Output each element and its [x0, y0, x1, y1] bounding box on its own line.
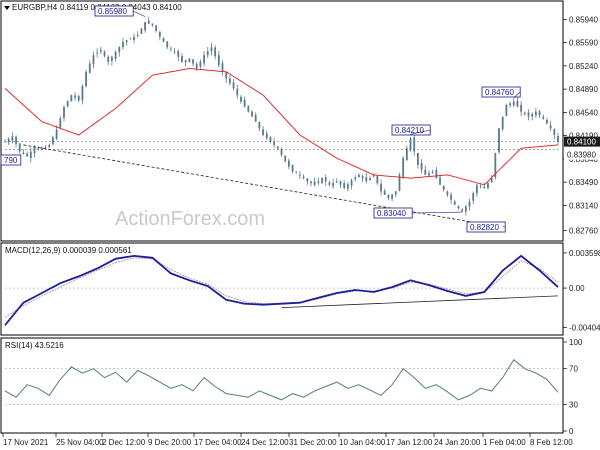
rsi-axis-label: 100 [569, 338, 583, 347]
svg-text:0.84760: 0.84760 [485, 88, 514, 97]
time-axis-label: 17 Nov 2021 [3, 438, 49, 447]
time-axis-label: 2 Dec 12:00 [102, 438, 146, 447]
callout-0.84760: 0.84760 [481, 86, 521, 98]
callout-790: 790 [0, 154, 22, 166]
callout-0.84210: 0.84210 [391, 124, 431, 136]
candle [501, 116, 504, 132]
rsi-axis-label: 0 [569, 427, 574, 436]
rsi-axis-label: 70 [569, 365, 578, 374]
price-axis-label: 0.85240 [569, 62, 598, 71]
macd-title: MACD(12,26,9) 0.000039 0.000561 [5, 246, 132, 255]
svg-text:790: 790 [4, 156, 18, 165]
prior-level-tag: 0.83980 [564, 150, 600, 160]
candle [398, 172, 401, 192]
time-axis-label: 1 Feb 04:00 [483, 438, 526, 447]
svg-text:0.82820: 0.82820 [470, 223, 499, 232]
header: EURGBP,H4 0.84119 0.84162 0.84043 0.8410… [4, 3, 182, 12]
candle [402, 155, 405, 179]
price-axis-label: 0.83140 [569, 201, 598, 210]
time-axis-label: 25 Nov 04:00 [56, 438, 104, 447]
rsi-axis-label: 30 [569, 400, 578, 409]
price-axis-label: 0.84540 [569, 108, 598, 117]
rsi-title: RSI(14) 43.5216 [5, 341, 64, 350]
svg-text:0.84210: 0.84210 [395, 126, 424, 135]
time-axis-label: 24 Jan 20:00 [434, 438, 481, 447]
price-axis-label: 0.83490 [569, 178, 598, 187]
price-pane [0, 0, 564, 242]
current-price-tag: 0.84100 [564, 136, 600, 147]
time-axis-label: 10 Jan 04:00 [339, 438, 386, 447]
candle [505, 103, 508, 116]
candle [321, 177, 323, 184]
candle [85, 69, 88, 88]
candle [409, 136, 412, 152]
svg-text:0.84100: 0.84100 [567, 138, 596, 147]
macd-axis-label: 0.003598 [569, 249, 600, 258]
trading-chart: EURGBP,H4 0.84119 0.84162 0.84043 0.8410… [0, 0, 600, 447]
candle [284, 155, 287, 162]
candle [140, 27, 143, 35]
time-axis-label: 8 Feb 12:00 [530, 438, 573, 447]
rsi-pane [0, 337, 564, 434]
price-axis-label: 0.84890 [569, 85, 598, 94]
svg-text:0.83040: 0.83040 [377, 209, 406, 218]
time-axis-label: 9 Dec 20:00 [148, 438, 192, 447]
time-axis-label: 24 Dec 12:00 [241, 438, 289, 447]
watermark: ActionForex.com [115, 208, 265, 230]
symbol-label: EURGBP,H4 [12, 3, 58, 12]
macd-pane [0, 242, 564, 336]
price-axis-label: 0.85940 [569, 15, 598, 24]
price-axis-label: 0.82760 [569, 227, 598, 236]
candle [494, 152, 497, 180]
macd-axis-label: 0.00 [569, 284, 585, 293]
candle [498, 128, 500, 155]
macd-axis-label: -0.00404 [569, 324, 600, 333]
time-axis-label: 17 Dec 04:00 [194, 438, 242, 447]
time-axis-label: 17 Jan 12:00 [386, 438, 433, 447]
time-axis-label: 31 Dec 20:00 [289, 438, 337, 447]
candle [247, 105, 250, 113]
price-axis-label: 0.85590 [569, 39, 598, 48]
svg-text:0.85980: 0.85980 [98, 7, 127, 16]
candle [66, 100, 69, 108]
candle [70, 94, 73, 102]
svg-text:0.83980: 0.83980 [567, 151, 596, 160]
callout-0.82820: 0.82820 [466, 221, 506, 233]
